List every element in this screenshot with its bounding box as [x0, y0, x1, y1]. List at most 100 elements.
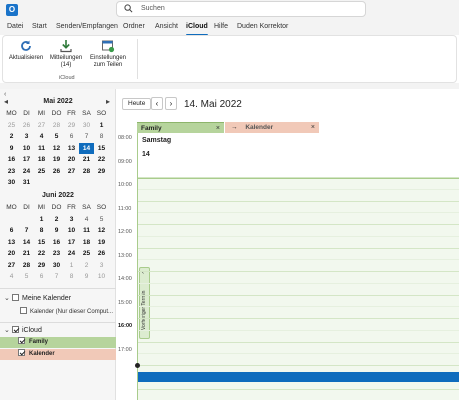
tab-duden-korrektor[interactable]: Duden Korrektor	[237, 23, 288, 30]
group-icloud[interactable]: ⌄ iCloud	[4, 326, 42, 334]
calendar-day-cell[interactable]: 5	[94, 214, 109, 226]
calendar-day-cell[interactable]: 1	[64, 260, 79, 272]
calendar-day-cell[interactable]: 1	[94, 120, 109, 132]
calendar-day-cell[interactable]: 20	[4, 248, 19, 260]
calendar-day-cell[interactable]: 23	[4, 166, 19, 178]
calendar-day-cell[interactable]: 31	[19, 177, 34, 189]
calendar-tab-family[interactable]: Family ×	[137, 122, 224, 133]
calendar-day-cell[interactable]: 3	[19, 131, 34, 143]
local-calendar-checkbox[interactable]	[20, 307, 27, 314]
today-button[interactable]: Heute	[122, 98, 152, 110]
calendar-day-cell[interactable]: 9	[4, 143, 19, 155]
calendar-day-cell[interactable]: 12	[94, 225, 109, 237]
calendar-day-cell[interactable]: 16	[49, 237, 64, 249]
calendar-item-family[interactable]: Family	[0, 337, 116, 348]
calendar-day-cell[interactable]: 6	[4, 225, 19, 237]
share-settings-button[interactable]: Einstellungen zum Teilen	[86, 39, 130, 69]
calendar-day-cell[interactable]: 18	[79, 237, 94, 249]
prev-month-icon[interactable]: ◂	[4, 97, 8, 106]
calendar-day-cell[interactable]: 24	[64, 248, 79, 260]
calendar-day-cell[interactable]: 4	[34, 131, 49, 143]
calendar-day-cell[interactable]: 4	[4, 271, 19, 283]
tab-datei[interactable]: Datei	[7, 23, 23, 30]
tab-hilfe[interactable]: Hilfe	[214, 23, 228, 30]
tab-ordner[interactable]: Ordner	[123, 23, 145, 30]
calendar-day-cell[interactable]: 28	[49, 120, 64, 132]
previous-appointment-button[interactable]: ‹ Vorheriger Termin	[139, 267, 150, 339]
calendar-day-cell[interactable]: 6	[64, 131, 79, 143]
calendar-day-cell[interactable]: 27	[4, 260, 19, 272]
calendar-day-cell[interactable]: 22	[34, 248, 49, 260]
calendar-day-cell[interactable]: 22	[94, 154, 109, 166]
next-month-icon[interactable]: ▸	[106, 97, 110, 106]
calendar-day-cell[interactable]: 6	[34, 271, 49, 283]
calendar-day-cell[interactable]: 25	[79, 248, 94, 260]
calendar-day-cell[interactable]: 7	[49, 271, 64, 283]
calendar-day-cell[interactable]: 30	[49, 260, 64, 272]
busy-time-bar[interactable]	[138, 372, 459, 382]
calendar-day-cell[interactable]: 29	[34, 260, 49, 272]
search-box[interactable]: Suchen	[116, 1, 366, 17]
outlook-app-icon[interactable]: O	[6, 4, 18, 16]
calendar-day-cell[interactable]: 7	[79, 131, 94, 143]
tab-ansicht[interactable]: Ansicht	[155, 23, 178, 30]
calendar-tab-kalender[interactable]: → Kalender ×	[225, 122, 319, 133]
local-calendar-item[interactable]: Kalender (Nur dieser Comput...	[20, 307, 113, 315]
prev-day-button[interactable]: ‹	[151, 97, 163, 110]
my-calendars-checkbox[interactable]	[12, 294, 19, 301]
calendar-day-cell[interactable]: 5	[49, 131, 64, 143]
calendar-day-cell[interactable]: 13	[4, 237, 19, 249]
calendar-day-cell[interactable]: 28	[19, 260, 34, 272]
calendar-day-cell[interactable]: 24	[19, 166, 34, 178]
calendar-day-cell[interactable]: 10	[19, 143, 34, 155]
tab-icloud[interactable]: iCloud	[186, 23, 208, 36]
calendar-day-cell[interactable]: 11	[79, 225, 94, 237]
calendar-day-cell[interactable]: 10	[64, 225, 79, 237]
calendar-day-cell[interactable]: 10	[94, 271, 109, 283]
calendar-item-kalender[interactable]: Kalender	[0, 349, 116, 360]
calendar-day-cell[interactable]: 8	[64, 271, 79, 283]
calendar-day-cell[interactable]: 11	[34, 143, 49, 155]
calendar-day-cell[interactable]: 28	[79, 166, 94, 178]
calendar-day-cell[interactable]: 26	[94, 248, 109, 260]
calendar-day-cell[interactable]: 8	[34, 225, 49, 237]
overlay-arrow-icon[interactable]: →	[231, 124, 238, 131]
calendar-day-cell[interactable]: 2	[4, 131, 19, 143]
calendar-day-cell[interactable]: 9	[49, 225, 64, 237]
calendar-day-cell[interactable]: 4	[79, 214, 94, 226]
tab-start[interactable]: Start	[32, 23, 47, 30]
next-day-button[interactable]: ›	[165, 97, 177, 110]
kalender-checkbox[interactable]	[18, 349, 25, 356]
calendar-day-cell[interactable]: 1	[34, 214, 49, 226]
calendar-day-cell[interactable]: 15	[94, 143, 109, 155]
calendar-day-cell[interactable]: 13	[64, 143, 79, 155]
notifications-button[interactable]: Mitteilungen (14)	[46, 39, 86, 69]
calendar-day-cell[interactable]: 29	[94, 166, 109, 178]
calendar-day-cell[interactable]: 19	[49, 154, 64, 166]
calendar-day-cell[interactable]: 25	[4, 120, 19, 132]
calendar-day-cell[interactable]: 8	[94, 131, 109, 143]
calendar-day-cell[interactable]: 17	[19, 154, 34, 166]
icloud-checkbox[interactable]	[12, 326, 19, 333]
calendar-day-cell[interactable]: 26	[19, 120, 34, 132]
refresh-button[interactable]: Aktualisieren	[6, 39, 46, 62]
calendar-day-cell[interactable]: 18	[34, 154, 49, 166]
calendar-day-cell[interactable]: 19	[94, 237, 109, 249]
calendar-day-cell[interactable]: 14	[19, 237, 34, 249]
calendar-day-cell[interactable]: 20	[64, 154, 79, 166]
calendar-day-cell[interactable]: 27	[64, 166, 79, 178]
calendar-day-cell[interactable]: 21	[19, 248, 34, 260]
day-grid[interactable]: Samstag 14 ‹ Vorheriger Termin	[135, 133, 459, 400]
calendar-day-cell[interactable]: 12	[49, 143, 64, 155]
calendar-day-cell[interactable]: 29	[64, 120, 79, 132]
calendar-day-cell[interactable]: 27	[34, 120, 49, 132]
calendar-day-cell[interactable]: 14	[79, 142, 94, 154]
calendar-day-cell[interactable]: 30	[4, 177, 19, 189]
calendar-day-cell[interactable]: 2	[49, 214, 64, 226]
calendar-day-cell[interactable]: 26	[49, 166, 64, 178]
calendar-day-cell[interactable]: 3	[64, 214, 79, 226]
close-icon[interactable]: ×	[311, 122, 315, 133]
calendar-day-cell[interactable]: 7	[19, 225, 34, 237]
calendar-day-cell[interactable]: 16	[4, 154, 19, 166]
tab-senden-empfangen[interactable]: Senden/Empfangen	[56, 23, 118, 30]
